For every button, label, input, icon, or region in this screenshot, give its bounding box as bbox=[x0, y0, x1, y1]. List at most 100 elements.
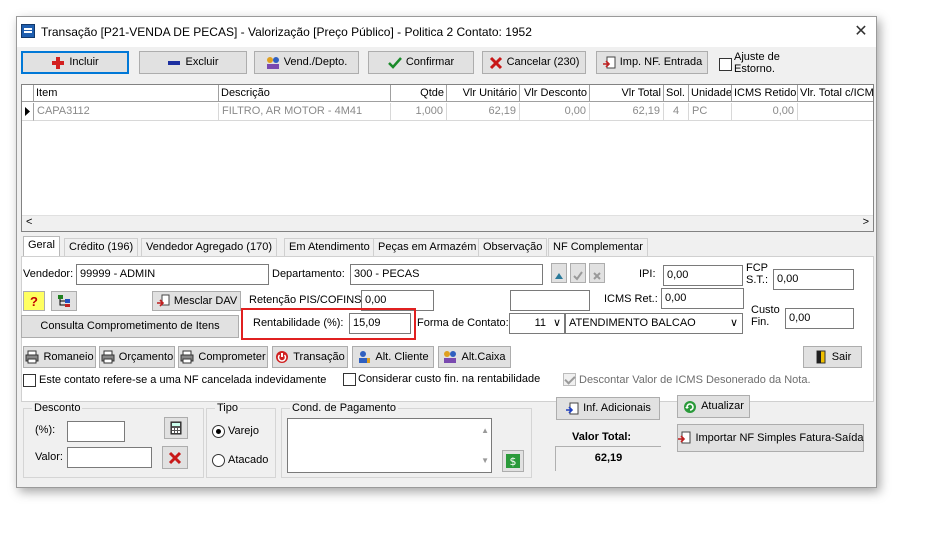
alt-cliente-button[interactable]: Alt. Cliente bbox=[352, 346, 434, 368]
rentabilidade-label: Rentabilidade (%): bbox=[253, 317, 344, 329]
blank-input[interactable] bbox=[510, 290, 590, 311]
desconto-valor-input[interactable] bbox=[67, 447, 152, 468]
items-grid[interactable]: Item Descrição Qtde Vlr Unitário Vlr Des… bbox=[21, 84, 874, 232]
clear-desconto-button[interactable] bbox=[162, 446, 188, 469]
tab-em-atendimento[interactable]: Em Atendimento bbox=[284, 238, 375, 256]
table-cell[interactable]: 0,00 bbox=[520, 103, 590, 121]
table-cell[interactable]: 0,00 bbox=[732, 103, 798, 121]
mesclar-dav-button[interactable]: Mesclar DAV bbox=[152, 291, 241, 311]
transacao-button[interactable]: Transação bbox=[272, 346, 348, 368]
chevron-down-icon[interactable]: ∨ bbox=[730, 314, 738, 333]
tab-observacao[interactable]: Observação bbox=[478, 238, 548, 256]
descontar-icms-checkbox[interactable] bbox=[563, 373, 576, 386]
imp-nf-entrada-button[interactable]: Imp. NF. Entrada bbox=[596, 51, 708, 74]
forma-contato-code-select[interactable]: 11 ∨ bbox=[509, 313, 565, 334]
inf-adicionais-button[interactable]: Inf. Adicionais bbox=[556, 397, 660, 420]
title-bar: Transação [P21-VENDA DE PECAS] - Valoriz… bbox=[17, 17, 876, 47]
mesclar-dav-label: Mesclar DAV bbox=[173, 294, 238, 307]
departamento-input[interactable]: 300 - PECAS bbox=[350, 264, 543, 285]
table-cell[interactable]: FILTRO, AR MOTOR - 4M41 bbox=[219, 103, 391, 121]
help-button[interactable]: ? bbox=[23, 291, 45, 311]
sair-label: Sair bbox=[831, 350, 852, 363]
grid-header-vlr-total-icms[interactable]: Vlr. Total c/ICMS bbox=[798, 85, 873, 102]
grid-header-qtde[interactable]: Qtde bbox=[391, 85, 447, 102]
scroll-up-icon[interactable]: ▲ bbox=[481, 421, 489, 440]
desconto-pct-label: (%): bbox=[35, 424, 56, 436]
icms-ret-input[interactable]: 0,00 bbox=[661, 288, 744, 309]
custo-fin-input[interactable]: 0,00 bbox=[785, 308, 854, 329]
table-cell[interactable]: 62,19 bbox=[447, 103, 520, 121]
grid-header-sol[interactable]: Sol. bbox=[664, 85, 689, 102]
confirm-small-button[interactable] bbox=[570, 263, 586, 283]
clear-small-button[interactable] bbox=[589, 263, 605, 283]
ajuste-estorno-checkbox[interactable] bbox=[719, 58, 732, 71]
varejo-radio[interactable] bbox=[212, 425, 225, 438]
tree-button[interactable] bbox=[51, 291, 77, 311]
excluir-button[interactable]: Excluir bbox=[139, 51, 247, 74]
tab-vendedor-agregado[interactable]: Vendedor Agregado (170) bbox=[141, 238, 277, 256]
import-document-icon bbox=[565, 402, 579, 416]
scroll-down-icon[interactable]: ▼ bbox=[481, 451, 489, 470]
forma-contato-label: Forma de Contato: bbox=[417, 317, 509, 329]
importar-nf-label: Importar NF Simples Fatura-Saída bbox=[695, 431, 864, 444]
orcamento-button[interactable]: Orçamento bbox=[99, 346, 175, 368]
comprometer-button[interactable]: Comprometer bbox=[178, 346, 268, 368]
grid-header-vlr-desconto[interactable]: Vlr Desconto bbox=[520, 85, 590, 102]
desconto-pct-input[interactable] bbox=[67, 421, 125, 442]
atacado-radio[interactable] bbox=[212, 454, 225, 467]
alt-caixa-button[interactable]: Alt.Caixa bbox=[438, 346, 511, 368]
cancelar-button[interactable]: Cancelar (230) bbox=[482, 51, 586, 74]
tab-pecas-armazem[interactable]: Peças em Armazém bbox=[373, 238, 482, 256]
romaneio-button[interactable]: Romaneio bbox=[23, 346, 96, 368]
dollar-icon: $ bbox=[506, 454, 520, 468]
incluir-button[interactable]: Incluir bbox=[21, 51, 129, 74]
scroll-left-icon[interactable]: < bbox=[26, 216, 32, 228]
grid-header-vlr-total[interactable]: Vlr Total bbox=[590, 85, 664, 102]
vendedor-input[interactable]: 99999 - ADMIN bbox=[76, 264, 269, 285]
close-button[interactable]: ✕ bbox=[846, 17, 876, 47]
grid-header-descricao[interactable]: Descrição bbox=[219, 85, 391, 102]
table-cell[interactable]: PC bbox=[689, 103, 732, 121]
grid-header-item[interactable]: Item bbox=[34, 85, 219, 102]
chevron-down-icon[interactable]: ∨ bbox=[553, 314, 561, 333]
table-cell[interactable]: CAPA3112 bbox=[34, 103, 219, 121]
pagamento-textarea[interactable]: ▲ ▼ bbox=[287, 418, 492, 473]
scroll-right-icon[interactable]: > bbox=[863, 216, 869, 228]
fcp-st-input[interactable]: 0,00 bbox=[773, 269, 854, 290]
varejo-label: Varejo bbox=[228, 425, 259, 437]
confirmar-button[interactable]: Confirmar bbox=[368, 51, 474, 74]
descontar-icms-label: Descontar Valor de ICMS Desonerado da No… bbox=[579, 374, 811, 386]
grid-header-icms-retido[interactable]: ICMS Retido bbox=[732, 85, 798, 102]
excluir-label: Excluir bbox=[185, 56, 219, 68]
rentabilidade-input[interactable]: 15,09 bbox=[349, 313, 411, 334]
table-cell[interactable]: 62,19 bbox=[590, 103, 664, 121]
departamento-label: Departamento: bbox=[272, 268, 345, 280]
horizontal-scrollbar[interactable]: < > bbox=[22, 215, 873, 231]
money-button[interactable]: $ bbox=[502, 450, 524, 472]
alt-caixa-label: Alt.Caixa bbox=[461, 350, 506, 363]
nf-cancelada-checkbox[interactable] bbox=[23, 374, 36, 387]
consulta-comprometimento-button[interactable]: Consulta Comprometimento de Itens bbox=[21, 315, 239, 338]
forma-contato-select[interactable]: ATENDIMENTO BALCAO ∨ bbox=[565, 313, 743, 334]
x-icon bbox=[168, 451, 182, 465]
custo-fin-checkbox[interactable] bbox=[343, 373, 356, 386]
tab-nf-complementar[interactable]: NF Complementar bbox=[548, 238, 648, 256]
incluir-label: Incluir bbox=[69, 56, 99, 68]
calculator-button[interactable] bbox=[164, 417, 188, 439]
table-cell[interactable]: 4 bbox=[664, 103, 689, 121]
grid-header-unidade[interactable]: Unidade bbox=[689, 85, 732, 102]
people-icon bbox=[266, 56, 280, 70]
grid-header-vlr-unitario[interactable]: Vlr Unitário bbox=[447, 85, 520, 102]
tab-geral[interactable]: Geral bbox=[23, 236, 60, 257]
vend-depto-button[interactable]: Vend./Depto. bbox=[254, 51, 359, 74]
retencao-label: Retenção PIS/COFINS: bbox=[249, 294, 365, 306]
table-cell[interactable] bbox=[798, 103, 873, 121]
tab-credito[interactable]: Crédito (196) bbox=[64, 238, 139, 256]
atualizar-button[interactable]: Atualizar bbox=[677, 395, 750, 418]
move-up-button[interactable] bbox=[551, 263, 567, 283]
ipi-input[interactable]: 0,00 bbox=[663, 265, 743, 286]
table-cell[interactable]: 1,000 bbox=[391, 103, 447, 121]
importar-nf-button[interactable]: Importar NF Simples Fatura-Saída bbox=[677, 424, 864, 452]
sair-button[interactable]: Sair bbox=[803, 346, 862, 368]
calculator-icon bbox=[169, 421, 183, 435]
